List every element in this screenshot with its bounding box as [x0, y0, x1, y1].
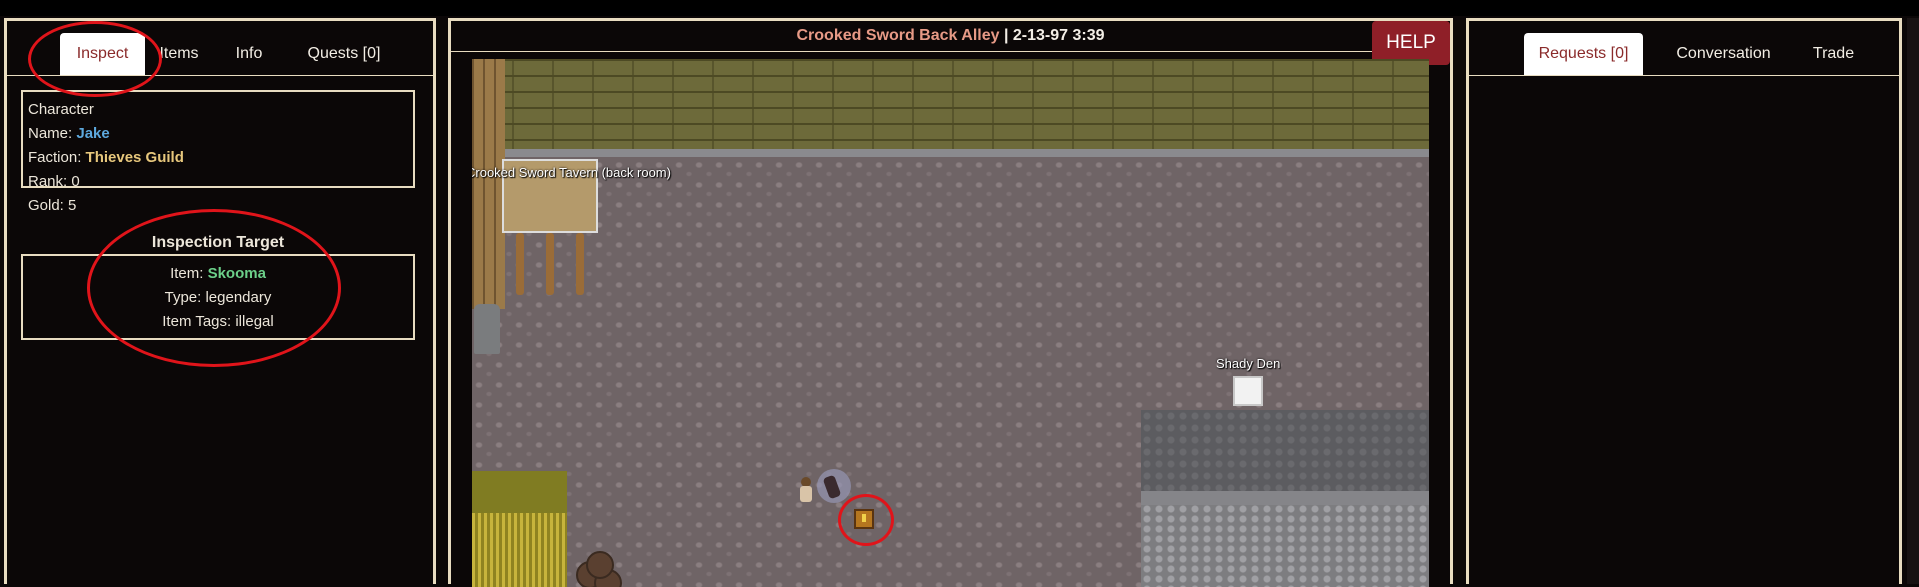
tab-items[interactable]: Items — [149, 33, 209, 75]
item-tags: Item Tags: illegal — [162, 313, 274, 330]
character-name: Jake — [76, 125, 110, 142]
tab-trade[interactable]: Trade — [1801, 33, 1866, 75]
gargoyle-statue-icon — [474, 304, 500, 354]
item-type: Type: legendary — [164, 289, 272, 306]
character-box: Character Name: Jake Faction: Thieves Gu… — [21, 90, 415, 214]
shady-den-label: Shady Den — [1216, 356, 1281, 371]
game-map[interactable]: Crooked Sword Tavern (back room) Shady D… — [472, 59, 1429, 587]
tab-quests[interactable]: Quests [0] — [289, 33, 399, 75]
shady-den-sign-icon[interactable] — [1233, 376, 1263, 406]
game-datetime: 2-13-97 3:39 — [1012, 27, 1105, 44]
header-separator: | — [999, 27, 1013, 44]
stall-leg — [516, 233, 524, 295]
tab-conversation[interactable]: Conversation — [1651, 33, 1796, 75]
wall-trim — [472, 149, 1429, 157]
item-row: Item: Skooma — [23, 262, 413, 286]
treasure-chest-icon[interactable] — [854, 509, 874, 529]
left-panel: Inspect Items Info Quests [0] Character … — [4, 18, 436, 584]
inspection-target-box: Item: Skooma Type: legendary Item Tags: … — [21, 254, 415, 340]
character-faction-row: Faction: Thieves Guild — [28, 146, 408, 170]
wooden-wall — [472, 59, 505, 309]
character-name-row: Name: Jake — [28, 122, 408, 146]
player-body — [800, 486, 812, 502]
alley-wall — [472, 59, 1429, 149]
left-tab-bar: Inspect Items Info Quests [0] — [7, 21, 433, 76]
page-scrollbar[interactable] — [1907, 18, 1919, 584]
right-panel: Requests [0] Conversation Trade — [1466, 18, 1902, 584]
right-tab-bar: Requests [0] Conversation Trade — [1469, 21, 1899, 76]
map-panel: Crooked Sword Back Alley | 2-13-97 3:39 … — [448, 18, 1453, 587]
location-name: Crooked Sword Back Alley — [796, 27, 1000, 44]
map-header: Crooked Sword Back Alley | 2-13-97 3:39 — [451, 21, 1450, 52]
item-label: Item: — [170, 265, 208, 282]
stall-leg — [546, 233, 554, 295]
tavern-label: Crooked Sword Tavern (back room) — [472, 165, 671, 180]
npc-crow-icon[interactable] — [817, 469, 851, 503]
top-bar — [0, 0, 1919, 16]
character-heading: Character — [28, 101, 94, 118]
tab-inspect[interactable]: Inspect — [60, 33, 145, 75]
tab-info[interactable]: Info — [219, 33, 279, 75]
tab-requests[interactable]: Requests [0] — [1524, 33, 1643, 75]
shady-den-eave — [1141, 491, 1429, 505]
inspection-target-title: Inspection Target — [151, 234, 285, 251]
player-character — [798, 477, 814, 505]
character-rank: Rank: 0 — [28, 173, 80, 190]
barrel-icon — [586, 551, 614, 579]
faction-label: Faction: — [28, 149, 86, 166]
stall-leg — [576, 233, 584, 295]
shady-den-tiles — [1141, 505, 1429, 587]
item-name: Skooma — [207, 265, 266, 282]
grass-top — [472, 471, 567, 513]
character-gold: Gold: 5 — [28, 197, 77, 214]
crow-icon — [822, 474, 842, 500]
grass-patch — [472, 513, 567, 587]
name-label: Name: — [28, 125, 77, 142]
character-faction: Thieves Guild — [85, 149, 184, 166]
